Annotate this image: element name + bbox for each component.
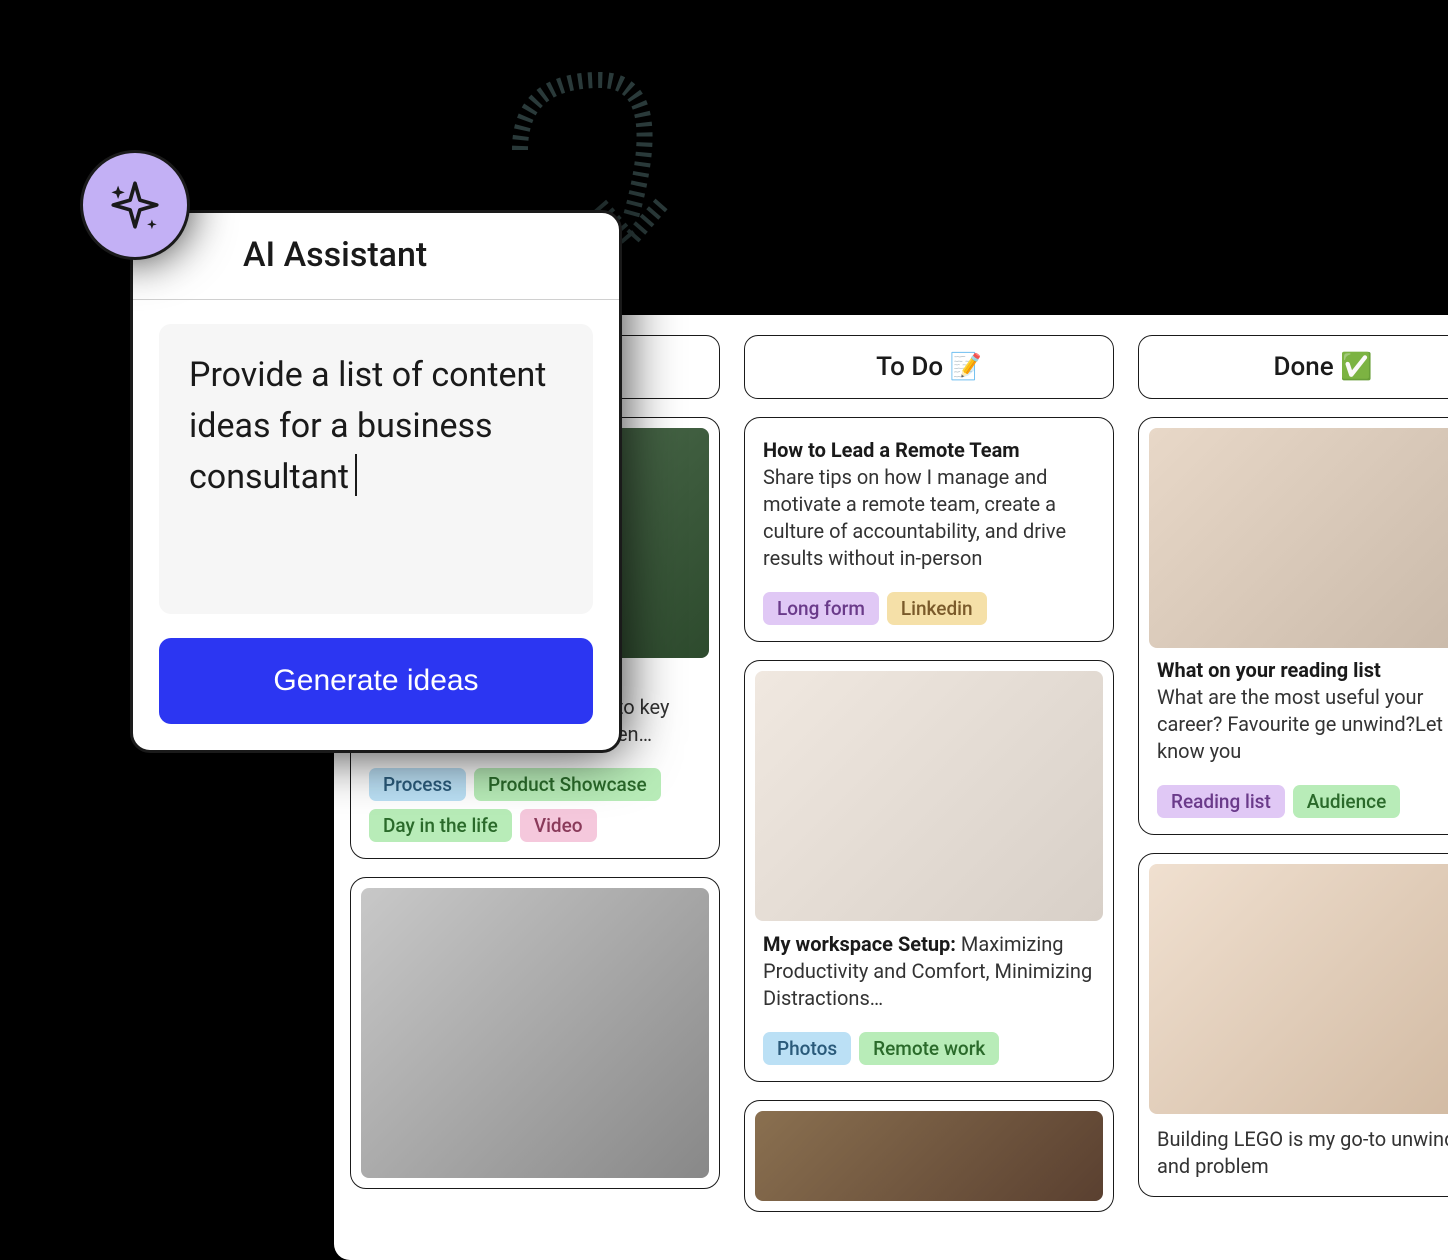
ai-panel-title: AI Assistant bbox=[133, 213, 619, 300]
column-header-todo[interactable]: To Do 📝 bbox=[744, 335, 1114, 399]
tag-day-in-life[interactable]: Day in the life bbox=[369, 809, 512, 842]
card-tags: Photos Remote work bbox=[755, 1032, 1103, 1071]
tag-long-form[interactable]: Long form bbox=[763, 592, 879, 625]
tag-audience[interactable]: Audience bbox=[1293, 785, 1400, 818]
card-title: What on your reading list bbox=[1157, 658, 1448, 682]
column-todo: To Do 📝 How to Lead a Remote Team Share … bbox=[744, 315, 1114, 1260]
tag-product-showcase[interactable]: Product Showcase bbox=[474, 768, 661, 801]
card-text: Building LEGO is my go-to unwinding and … bbox=[1157, 1126, 1448, 1180]
sparkle-icon bbox=[106, 176, 164, 234]
tag-photos[interactable]: Photos bbox=[763, 1032, 851, 1065]
card-text: Share tips on how I manage and motivate … bbox=[763, 464, 1095, 572]
card-image bbox=[1149, 428, 1448, 648]
card-workspace[interactable]: My workspace Setup: Maximizing Productiv… bbox=[744, 660, 1114, 1082]
card-title: How to Lead a Remote Team bbox=[763, 438, 1095, 462]
card-remote-team[interactable]: How to Lead a Remote Team Share tips on … bbox=[744, 417, 1114, 642]
card-tags: Reading list Audience bbox=[1149, 785, 1448, 824]
tag-process[interactable]: Process bbox=[369, 768, 466, 801]
card-image bbox=[361, 888, 709, 1178]
card-reading-list[interactable]: What on your reading list What are the m… bbox=[1138, 417, 1448, 835]
tag-video[interactable]: Video bbox=[520, 809, 597, 842]
text-cursor bbox=[355, 454, 357, 496]
card-tags: Long form Linkedin bbox=[755, 592, 1103, 631]
card-image bbox=[1149, 864, 1448, 1114]
card-desk-items[interactable] bbox=[350, 877, 720, 1189]
column-done: Done ✅ What on your reading list What ar… bbox=[1138, 315, 1448, 1260]
card-image bbox=[755, 1111, 1103, 1201]
card-image bbox=[755, 671, 1103, 921]
tag-remote-work[interactable]: Remote work bbox=[859, 1032, 999, 1065]
card-window[interactable] bbox=[744, 1100, 1114, 1212]
column-header-done[interactable]: Done ✅ bbox=[1138, 335, 1448, 399]
card-text: What are the most useful your career? Fa… bbox=[1157, 684, 1448, 765]
ai-assistant-panel: AI Assistant Provide a list of content i… bbox=[130, 210, 622, 753]
card-title: My workspace Setup: bbox=[763, 932, 961, 956]
ai-prompt-input[interactable]: Provide a list of content ideas for a bu… bbox=[159, 324, 593, 614]
generate-ideas-button[interactable]: Generate ideas bbox=[159, 638, 593, 724]
ai-sparkle-badge[interactable] bbox=[80, 150, 190, 260]
card-lego[interactable]: Building LEGO is my go-to unwinding and … bbox=[1138, 853, 1448, 1197]
card-tags: Process Product Showcase Day in the life… bbox=[361, 768, 709, 848]
tag-linkedin[interactable]: Linkedin bbox=[887, 592, 987, 625]
tag-reading-list[interactable]: Reading list bbox=[1157, 785, 1285, 818]
